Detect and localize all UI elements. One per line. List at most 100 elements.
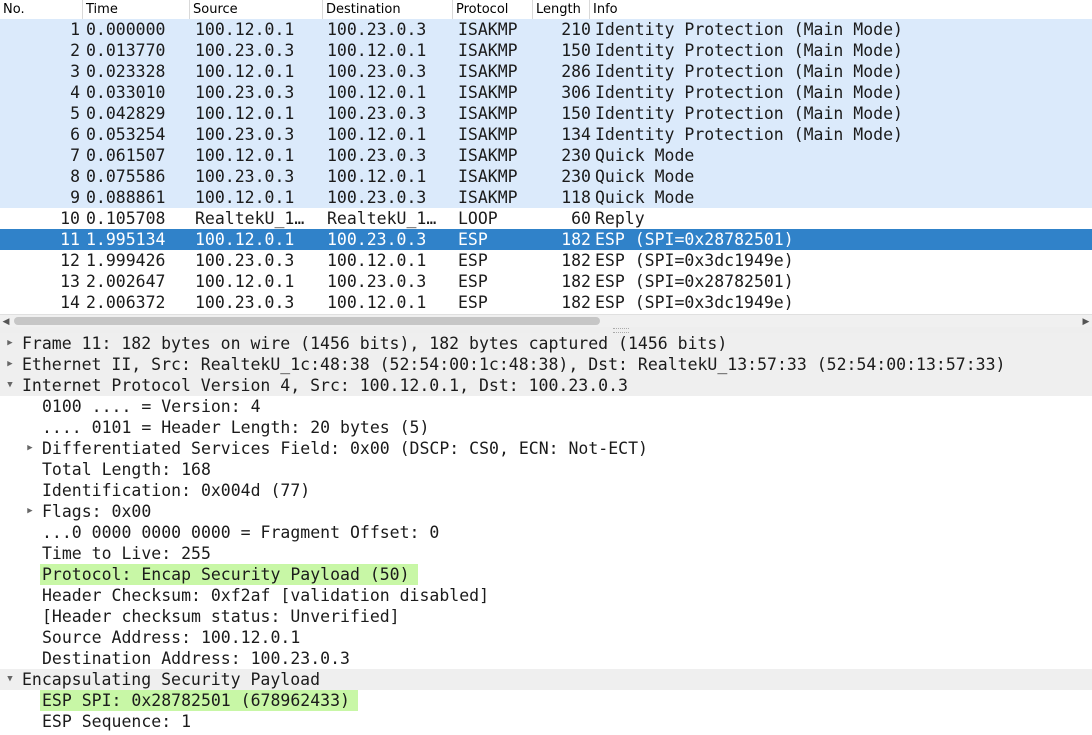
column-header-destination[interactable]: Destination xyxy=(323,0,453,19)
tree-item-esp[interactable]: ▼ Encapsulating Security Payload xyxy=(0,669,1092,690)
tree-item-ip-dst[interactable]: Destination Address: 100.23.0.3 xyxy=(0,648,1092,669)
packet-cell-source: RealtekU_1… xyxy=(195,209,305,228)
packet-cell-length: 182 xyxy=(561,272,591,291)
tree-item-ip-total-length[interactable]: Total Length: 168 xyxy=(0,459,1092,480)
packet-cell-source: 100.23.0.3 xyxy=(195,125,295,144)
packet-cell-destination: 100.12.0.1 xyxy=(327,41,427,60)
packet-cell-no: 9 xyxy=(70,188,80,207)
packet-cell-length: 306 xyxy=(561,83,591,102)
packet-cell-protocol: ISAKMP xyxy=(458,62,518,81)
tree-item-ip-ttl[interactable]: Time to Live: 255 xyxy=(0,543,1092,564)
packet-cell-info: ESP (SPI=0x28782501) xyxy=(595,272,794,291)
packet-row[interactable]: 13 2.002647 100.12.0.1 100.23.0.3 ESP 182 ESP … xyxy=(0,271,1092,292)
packet-cell-time: 0.023328 xyxy=(86,62,166,81)
tree-item-esp-spi[interactable]: ESP SPI: 0x28782501 (678962433) xyxy=(0,690,1092,711)
tree-item-ethernet[interactable]: ▶ Ethernet II, Src: RealtekU_1c:48:38 (5… xyxy=(0,354,1092,375)
tree-item-ip-dsfield[interactable]: ▶ Differentiated Services Field: 0x00 (D… xyxy=(0,438,1092,459)
packet-cell-source: 100.12.0.1 xyxy=(195,188,295,207)
packet-cell-protocol: ESP xyxy=(458,272,488,291)
packet-row[interactable]: 2 0.013770 100.23.0.3 100.12.0.1 ISAKMP 150 Id… xyxy=(0,40,1092,61)
packet-cell-source: 100.23.0.3 xyxy=(195,251,295,270)
packet-cell-info: ESP (SPI=0x3dc1949e) xyxy=(595,293,794,312)
highlighted-field: Protocol: Encap Security Payload (50) xyxy=(40,564,418,585)
packet-cell-destination: 100.12.0.1 xyxy=(327,125,427,144)
horizontal-scrollbar[interactable]: ◀ ▶ xyxy=(0,314,1092,328)
packet-cell-protocol: ISAKMP xyxy=(458,167,518,186)
packet-row[interactable]: 14 2.006372 100.23.0.3 100.12.0.1 ESP 182 ESP … xyxy=(0,292,1092,313)
packet-cell-destination: 100.23.0.3 xyxy=(327,146,427,165)
packet-cell-protocol: LOOP xyxy=(458,209,498,228)
packet-cell-source: 100.12.0.1 xyxy=(195,104,295,123)
expand-arrow-icon[interactable]: ▶ xyxy=(3,333,17,354)
highlighted-field: ESP SPI: 0x28782501 (678962433) xyxy=(40,690,358,711)
expand-arrow-icon[interactable]: ▶ xyxy=(23,501,37,522)
packet-cell-destination: 100.23.0.3 xyxy=(327,188,427,207)
packet-cell-time: 0.088861 xyxy=(86,188,166,207)
packet-cell-time: 0.105708 xyxy=(86,209,166,228)
tree-item-ip[interactable]: ▼ Internet Protocol Version 4, Src: 100.… xyxy=(0,375,1092,396)
packet-list-header: No. Time Source Destination Protocol Len… xyxy=(0,0,1092,20)
packet-cell-info: Identity Protection (Main Mode) xyxy=(595,62,903,81)
packet-cell-destination: RealtekU_1… xyxy=(327,209,437,228)
scrollbar-thumb[interactable] xyxy=(14,317,600,325)
column-header-source[interactable]: Source xyxy=(190,0,323,19)
packet-cell-destination: 100.12.0.1 xyxy=(327,167,427,186)
expand-arrow-icon[interactable]: ▶ xyxy=(3,354,17,375)
packet-cell-info: Quick Mode xyxy=(595,188,695,207)
column-header-length[interactable]: Length xyxy=(533,0,590,19)
packet-cell-length: 182 xyxy=(561,293,591,312)
packet-cell-destination: 100.23.0.3 xyxy=(327,104,427,123)
column-header-info[interactable]: Info xyxy=(590,0,1092,19)
packet-cell-info: Identity Protection (Main Mode) xyxy=(595,83,903,102)
tree-item-ip-checksum-status[interactable]: [Header checksum status: Unverified] xyxy=(0,606,1092,627)
column-header-no[interactable]: No. xyxy=(0,0,83,19)
tree-item-ip-src[interactable]: Source Address: 100.12.0.1 xyxy=(0,627,1092,648)
packet-row[interactable]: 11 1.995134 100.12.0.1 100.23.0.3 ESP 182 ESP … xyxy=(0,229,1092,250)
tree-item-ip-version[interactable]: 0100 .... = Version: 4 xyxy=(0,396,1092,417)
packet-cell-length: 150 xyxy=(561,41,591,60)
packet-row[interactable]: 7 0.061507 100.12.0.1 100.23.0.3 ISAKMP 230 Qu… xyxy=(0,145,1092,166)
packet-cell-time: 2.006372 xyxy=(86,293,166,312)
packet-row[interactable]: 6 0.053254 100.23.0.3 100.12.0.1 ISAKMP 134 Id… xyxy=(0,124,1092,145)
packet-cell-source: 100.23.0.3 xyxy=(195,83,295,102)
packet-cell-protocol: ISAKMP xyxy=(458,146,518,165)
packet-cell-protocol: ISAKMP xyxy=(458,188,518,207)
packet-cell-info: ESP (SPI=0x28782501) xyxy=(595,230,794,249)
packet-row[interactable]: 4 0.033010 100.23.0.3 100.12.0.1 ISAKMP 306 Id… xyxy=(0,82,1092,103)
packet-row[interactable]: 1 0.000000 100.12.0.1 100.23.0.3 ISAKMP 210 Id… xyxy=(0,19,1092,40)
tree-item-frame[interactable]: ▶ Frame 11: 182 bytes on wire (1456 bits… xyxy=(0,333,1092,354)
packet-cell-time: 0.000000 xyxy=(86,20,166,39)
packet-list[interactable]: No. Time Source Destination Protocol Len… xyxy=(0,0,1092,314)
packet-cell-length: 286 xyxy=(561,62,591,81)
column-header-protocol[interactable]: Protocol xyxy=(453,0,533,19)
packet-cell-protocol: ISAKMP xyxy=(458,125,518,144)
collapse-arrow-icon[interactable]: ▼ xyxy=(3,375,17,396)
packet-cell-no: 12 xyxy=(60,251,80,270)
packet-row[interactable]: 5 0.042829 100.12.0.1 100.23.0.3 ISAKMP 150 Id… xyxy=(0,103,1092,124)
packet-details-tree[interactable]: ▶ Frame 11: 182 bytes on wire (1456 bits… xyxy=(0,333,1092,735)
packet-row[interactable]: 8 0.075586 100.23.0.3 100.12.0.1 ISAKMP 230 Qu… xyxy=(0,166,1092,187)
tree-item-ip-flags[interactable]: ▶ Flags: 0x00 xyxy=(0,501,1092,522)
packet-cell-length: 118 xyxy=(561,188,591,207)
packet-cell-no: 7 xyxy=(70,146,80,165)
collapse-arrow-icon[interactable]: ▼ xyxy=(3,669,17,690)
packet-cell-destination: 100.12.0.1 xyxy=(327,251,427,270)
packet-cell-no: 11 xyxy=(60,230,80,249)
packet-row[interactable]: 9 0.088861 100.12.0.1 100.23.0.3 ISAKMP 118 Qu… xyxy=(0,187,1092,208)
tree-item-ip-identification[interactable]: Identification: 0x004d (77) xyxy=(0,480,1092,501)
tree-item-ip-protocol[interactable]: Protocol: Encap Security Payload (50) xyxy=(0,564,1092,585)
column-header-time[interactable]: Time xyxy=(83,0,190,19)
packet-cell-time: 2.002647 xyxy=(86,272,166,291)
expand-arrow-icon[interactable]: ▶ xyxy=(23,438,37,459)
packet-cell-no: 4 xyxy=(70,83,80,102)
tree-item-ip-header-length[interactable]: .... 0101 = Header Length: 20 bytes (5) xyxy=(0,417,1092,438)
packet-row[interactable]: 3 0.023328 100.12.0.1 100.23.0.3 ISAKMP 286 Id… xyxy=(0,61,1092,82)
tree-item-esp-sequence[interactable]: ESP Sequence: 1 xyxy=(0,711,1092,732)
packet-cell-info: Quick Mode xyxy=(595,146,695,165)
tree-item-ip-frag-offset[interactable]: ...0 0000 0000 0000 = Fragment Offset: 0 xyxy=(0,522,1092,543)
packet-cell-time: 0.033010 xyxy=(86,83,166,102)
packet-row[interactable]: 10 0.105708 RealtekU_1… RealtekU_1… LOOP 60 Re… xyxy=(0,208,1092,229)
tree-item-ip-checksum[interactable]: Header Checksum: 0xf2af [validation disa… xyxy=(0,585,1092,606)
packet-row[interactable]: 12 1.999426 100.23.0.3 100.12.0.1 ESP 182 ESP … xyxy=(0,250,1092,271)
packet-cell-source: 100.12.0.1 xyxy=(195,272,295,291)
